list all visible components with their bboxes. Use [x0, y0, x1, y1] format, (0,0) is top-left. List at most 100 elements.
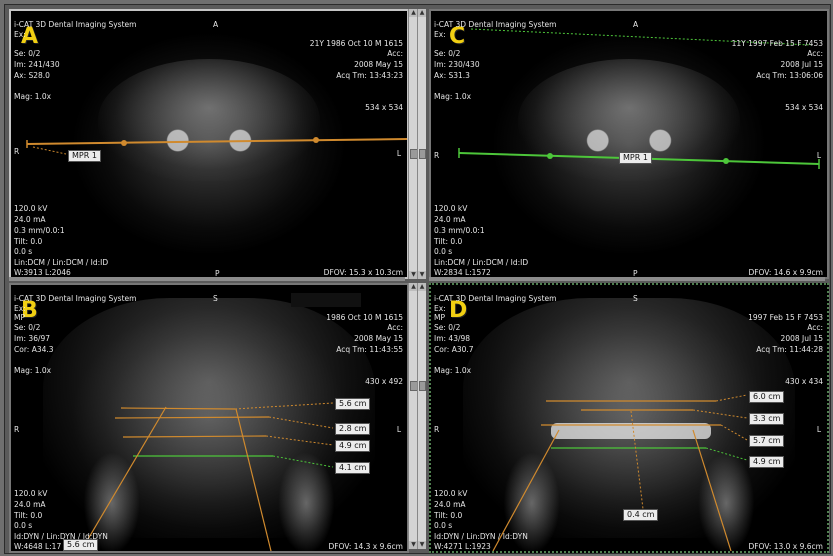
measure-leader: [268, 416, 334, 429]
measurement-label: 4.1 cm: [335, 462, 371, 474]
measure-line[interactable]: [114, 416, 270, 419]
measurement-label: 4.9 cm: [749, 456, 785, 468]
magnification: Mag: 1.0x: [434, 92, 472, 101]
display-fov: DFOV: 15.3 x 10.3cm: [323, 268, 403, 277]
acquisition-time: Acq Tm: 13:43:23: [336, 71, 403, 80]
orientation-left: R: [434, 151, 440, 160]
acquisition-time: Acq Tm: 11:43:55: [336, 345, 403, 354]
measurement-label: 3.3 cm: [749, 413, 785, 425]
redaction-box: [291, 293, 361, 307]
measure-line[interactable]: [122, 435, 267, 438]
image-index: Im: 36/97: [14, 334, 51, 343]
display-fov: DFOV: 14.3 x 9.6cm: [328, 542, 403, 551]
coronal-position: Cor: A34.3: [14, 345, 54, 354]
exam-label: Ex:: [434, 304, 446, 313]
viewport-a-axial[interactable]: A i-CAT 3D Dental Imaging System A Ex: S…: [9, 9, 409, 279]
measure-line[interactable]: [235, 408, 272, 551]
mpr-line[interactable]: [26, 138, 407, 145]
patient-info: 11Y 1997 Feb 15 F 7453: [731, 39, 823, 48]
series-label: Se: 0/2: [14, 323, 41, 332]
scroll-up-arrow[interactable]: ▲: [418, 283, 426, 291]
matrix-size: 430 x 434: [785, 377, 823, 386]
tube-voltage: 120.0 kV: [434, 204, 468, 213]
tube-current: 24.0 mA: [434, 500, 466, 509]
measurement-label: 6.0 cm: [749, 391, 785, 403]
slice-thickness: 0.3 mm/0.0:1: [14, 226, 65, 235]
accession: Acc:: [807, 49, 823, 58]
viewport-c-axial[interactable]: C i-CAT 3D Dental Imaging System A Ex: S…: [429, 9, 829, 279]
series-label: Se: 0/2: [14, 49, 41, 58]
measure-line[interactable]: [120, 407, 236, 410]
gantry-tilt: Tilt: 0.0: [14, 511, 43, 520]
viewport-d-coronal[interactable]: D i-CAT 3D Dental Imaging System S Ex: M…: [429, 283, 829, 553]
tube-voltage: 120.0 kV: [14, 204, 48, 213]
scroll-thumb[interactable]: [419, 381, 426, 391]
tube-current: 24.0 mA: [434, 215, 466, 224]
scroll-up-arrow[interactable]: ▲: [418, 9, 426, 17]
app-title: i-CAT 3D Dental Imaging System: [434, 294, 557, 303]
series-label: Se: 0/2: [434, 323, 461, 332]
exam-label: Ex:: [14, 30, 26, 39]
orientation-left: R: [14, 425, 20, 434]
exam-label: Ex:: [434, 30, 446, 39]
orientation-right: L: [396, 149, 401, 158]
slice-thickness: 0.3 mm/0.0:1: [434, 226, 485, 235]
viewport-b-coronal[interactable]: B i-CAT 3D Dental Imaging System S Ex: M…: [9, 283, 409, 553]
measure-line[interactable]: [692, 429, 732, 551]
tube-voltage: 120.0 kV: [434, 489, 468, 498]
mpr-label-leader: [32, 146, 67, 155]
mpr-label: MPR 1: [68, 150, 101, 162]
orientation-left: R: [434, 425, 440, 434]
window-level: W:4648 L:17: [14, 542, 62, 551]
measurement-label: 0.4 cm: [623, 509, 659, 521]
orientation-top: A: [213, 20, 219, 29]
scan-time: 0.0 s: [14, 247, 33, 256]
orientation-right: L: [816, 425, 821, 434]
patient-info: 1986 Oct 10 M 1615: [326, 313, 403, 322]
image-index: Im: 43/98: [434, 334, 471, 343]
matrix-size: 430 x 492: [365, 377, 403, 386]
measure-leader: [692, 409, 748, 419]
panel-a-overlay: [26, 137, 407, 155]
measure-leader: [234, 402, 334, 410]
magnification: Mag: 1.0x: [434, 366, 472, 375]
matrix-size: 534 x 534: [365, 103, 403, 112]
mpr-handle[interactable]: [547, 153, 553, 159]
acquisition-time: Acq Tm: 11:44:28: [756, 345, 823, 354]
measurement-label: 5.7 cm: [749, 435, 785, 447]
mpr-handle[interactable]: [121, 140, 127, 146]
acquisition-time: Acq Tm: 13:06:06: [756, 71, 823, 80]
matrix-size: 534 x 534: [785, 103, 823, 112]
window-level: W:3913 L:2046: [14, 268, 71, 277]
app-title: i-CAT 3D Dental Imaging System: [14, 294, 137, 303]
magnification: Mag: 1.0x: [14, 92, 52, 101]
mpr-handle[interactable]: [313, 137, 319, 143]
scroll-down-arrow[interactable]: ▼: [418, 541, 426, 549]
scan-time: 0.0 s: [14, 521, 33, 530]
measure-line[interactable]: [80, 406, 167, 551]
scrollbar-d[interactable]: ▲ ▼: [417, 283, 426, 549]
lut-info: Id:DYN / Lin:DYN / Id:DYN: [14, 532, 108, 541]
magnification: Mag: 1.0x: [14, 366, 52, 375]
measure-leader: [715, 394, 748, 402]
orientation-left: R: [14, 147, 20, 156]
study-date: 2008 Jul 15: [780, 334, 823, 343]
tube-voltage: 120.0 kV: [14, 489, 48, 498]
scroll-down-arrow[interactable]: ▼: [418, 271, 426, 279]
horizontal-divider-right: [429, 277, 825, 281]
mp-label: MP: [14, 313, 25, 322]
mpr-handle[interactable]: [723, 158, 729, 164]
scroll-thumb[interactable]: [419, 149, 426, 159]
study-date: 2008 May 15: [354, 334, 403, 343]
window-level: W:4271 L:1923: [434, 542, 491, 551]
orientation-top: S: [213, 294, 218, 303]
axial-position: Ax: S28.0: [14, 71, 50, 80]
coronal-position: Cor: A30.7: [434, 345, 474, 354]
display-fov: DFOV: 14.6 x 9.9cm: [748, 268, 823, 277]
orientation-top: S: [633, 294, 638, 303]
image-index: Im: 241/430: [14, 60, 60, 69]
accession: Acc:: [387, 323, 403, 332]
study-date: 2008 May 15: [354, 60, 403, 69]
gantry-tilt: Tilt: 0.0: [14, 237, 43, 246]
scrollbar-c[interactable]: ▲ ▼: [417, 9, 426, 279]
